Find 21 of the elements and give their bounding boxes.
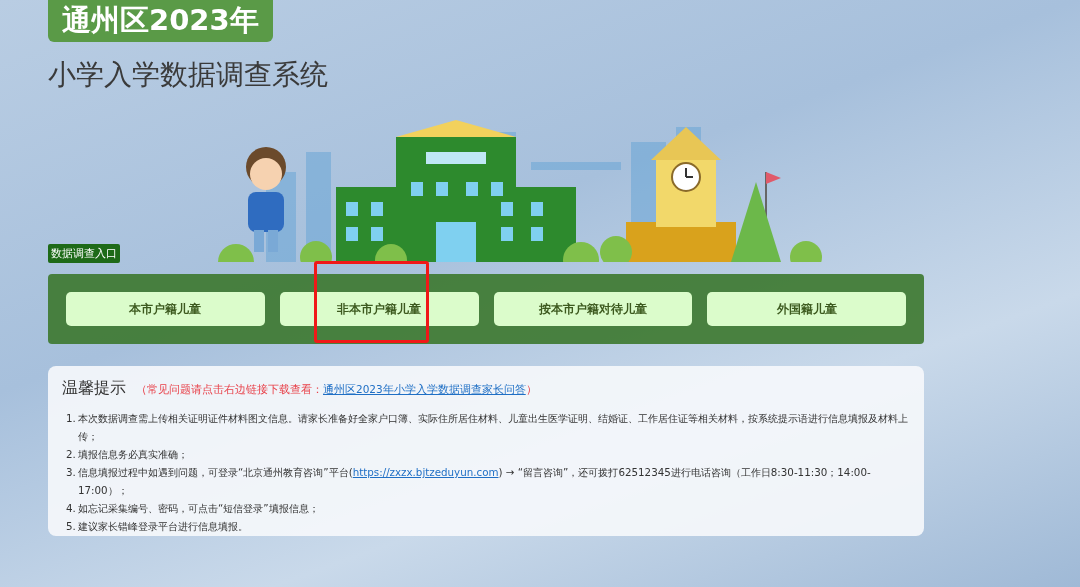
notice-item: 本次数据调查需上传相关证明证件材料图文信息。请家长准备好全家户口簿、实际住所居住材料、儿童出生医学证明、结婚证、工作居住证等相关材料，按系统提示语进行信息填报及材料上传；: [78, 411, 909, 444]
list-number: 1.: [66, 411, 77, 426]
notice-item: 如忘记采集编号、密码，可点击“短信登录”填报信息；: [78, 501, 320, 516]
district-year-badge: 通州区2023年: [48, 0, 273, 42]
list-number: 5.: [66, 519, 77, 534]
notice-item: 建议家长错峰登录平台进行信息填报。: [78, 519, 249, 534]
notice-note: （常见问题请点击右边链接下载查看：通州区2023年小学入学数据调查家长问答）: [136, 383, 537, 397]
category-button[interactable]: 按本市户籍对待儿童: [493, 292, 693, 326]
notice-item: 信息填报过程中如遇到问题，可登录“北京通州教育咨询”平台(https://zxzx.bjtzeduyun.com) → “留言咨询”，还可拨打62512345进行电话咨询（工作日8:30-11:30；14:00-17:00）；: [78, 465, 872, 498]
system-title: 小学入学数据调查系统: [48, 57, 329, 93]
faq-link[interactable]: 通州区2023年小学入学数据调查家长问答: [323, 383, 526, 395]
list-number: 2.: [66, 447, 77, 462]
category-button[interactable]: 本市户籍儿童: [66, 292, 265, 326]
notice-title: 温馨提示: [62, 378, 126, 399]
list-number: 3.: [66, 465, 77, 480]
platform-link[interactable]: https://zxzx.bjtzeduyun.com: [352, 466, 499, 478]
category-button[interactable]: 非本市户籍儿童: [279, 292, 479, 326]
notice-item: 填报信息务必真实准确；: [78, 447, 189, 462]
list-number: 4.: [66, 501, 77, 516]
category-button[interactable]: 外国籍儿童: [707, 292, 906, 326]
section-label: 数据调查入口: [48, 244, 120, 263]
